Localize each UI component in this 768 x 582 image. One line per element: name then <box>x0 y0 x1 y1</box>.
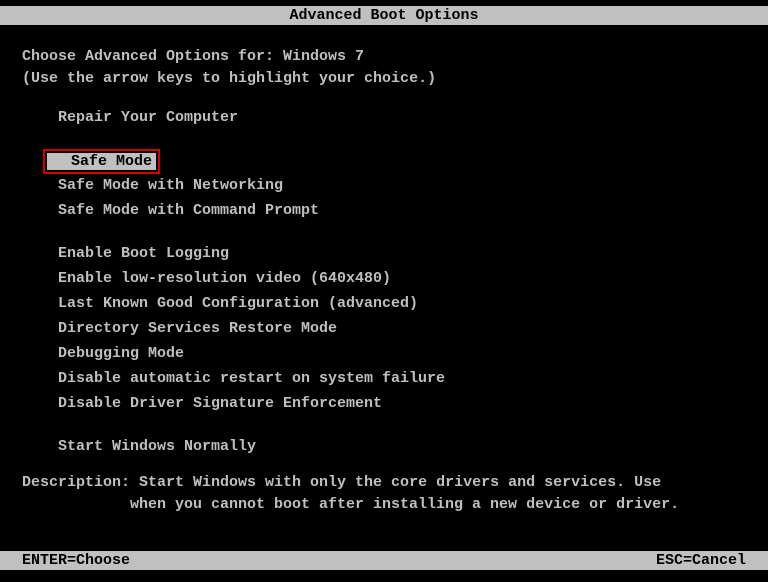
option-enable-boot-logging[interactable]: Enable Boot Logging <box>58 246 229 261</box>
option-low-res-video[interactable]: Enable low-resolution video (640x480) <box>58 271 391 286</box>
option-description: Description: Start Windows with only the… <box>22 475 746 512</box>
title-bar: Advanced Boot Options <box>0 6 768 25</box>
footer-hint-enter: ENTER=Choose <box>22 553 130 568</box>
screen-title: Advanced Boot Options <box>289 7 478 24</box>
option-safe-mode-networking[interactable]: Safe Mode with Networking <box>58 178 283 193</box>
option-directory-services-restore[interactable]: Directory Services Restore Mode <box>58 321 337 336</box>
instruction-choose-os: Choose Advanced Options for: Windows 7 <box>22 49 746 64</box>
option-safe-mode-label: Safe Mode <box>47 153 156 170</box>
description-line1: Description: Start Windows with only the… <box>22 475 746 490</box>
content-area: Choose Advanced Options for: Windows 7 (… <box>0 25 768 512</box>
option-safe-mode-command-prompt[interactable]: Safe Mode with Command Prompt <box>58 203 319 218</box>
option-repair-computer[interactable]: Repair Your Computer <box>58 110 238 125</box>
option-last-known-good[interactable]: Last Known Good Configuration (advanced) <box>58 296 418 311</box>
instruction-arrow-keys: (Use the arrow keys to highlight your ch… <box>22 71 746 86</box>
option-disable-auto-restart[interactable]: Disable automatic restart on system fail… <box>58 371 445 386</box>
footer-bar: ENTER=Choose ESC=Cancel <box>0 551 768 570</box>
option-debugging-mode[interactable]: Debugging Mode <box>58 346 184 361</box>
option-start-windows-normally[interactable]: Start Windows Normally <box>58 439 256 454</box>
option-disable-driver-signature[interactable]: Disable Driver Signature Enforcement <box>58 396 382 411</box>
description-line2: when you cannot boot after installing a … <box>22 497 746 512</box>
option-safe-mode-selected[interactable]: Safe Mode <box>47 153 156 170</box>
footer-hint-esc: ESC=Cancel <box>656 553 746 568</box>
boot-options-list: Repair Your Computer Safe Mode Safe Mode… <box>22 110 746 457</box>
